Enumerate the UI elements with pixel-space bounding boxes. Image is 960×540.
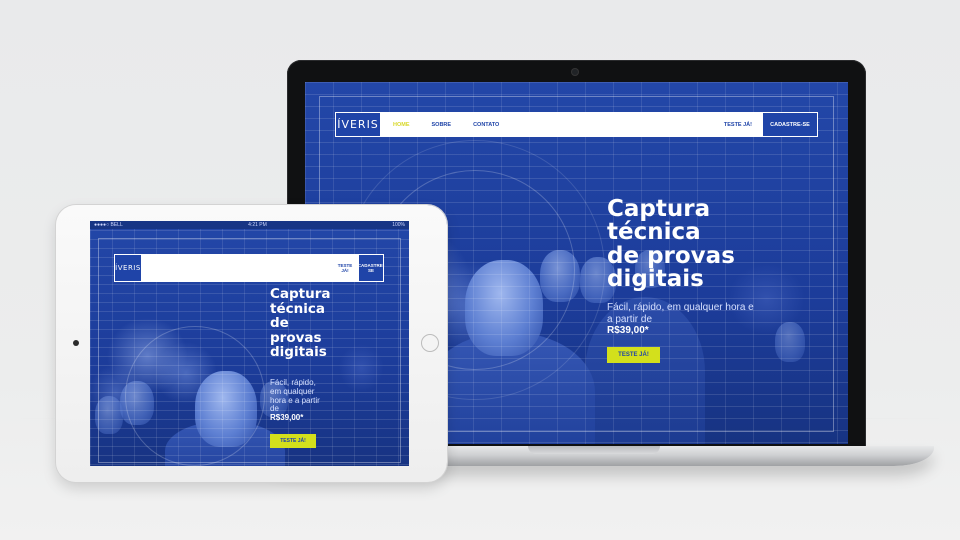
hero-title-line: provas bbox=[270, 329, 322, 346]
website-tablet: ●●●●○ BELL 4:21 PM 100% ÍVERIS TESTE JÁ!… bbox=[90, 221, 409, 466]
hero-title-line: técnica bbox=[607, 219, 701, 246]
status-carrier: ●●●●○ BELL bbox=[94, 222, 123, 228]
hero-price: R$39,00* bbox=[270, 413, 304, 423]
hero-title-line: digitais bbox=[607, 266, 704, 293]
nav-contact[interactable]: CONTATO bbox=[473, 122, 499, 128]
nav-home[interactable]: HOME bbox=[393, 122, 410, 128]
nav-signup-button[interactable]: CADASTRE-SE bbox=[358, 254, 384, 282]
mockup-scene: { "site": { "logo": "ÍVERIS", "nav": { "… bbox=[0, 0, 960, 540]
laptop-notch bbox=[528, 446, 660, 454]
nav-try-button[interactable]: TESTE JÁ! bbox=[336, 263, 354, 273]
status-bar: ●●●●○ BELL 4:21 PM 100% bbox=[90, 221, 409, 229]
hero-title-line: de bbox=[270, 315, 289, 332]
hero-title-line: digitais bbox=[270, 344, 327, 361]
hero-price: R$39,00* bbox=[607, 325, 649, 336]
nav-about[interactable]: SOBRE bbox=[432, 122, 452, 128]
hero-title-line: Captura bbox=[270, 286, 331, 302]
hero-title-line: de provas bbox=[607, 242, 735, 269]
logo[interactable]: ÍVERIS bbox=[114, 254, 142, 282]
hero-cta-button[interactable]: TESTE JÁ! bbox=[607, 347, 660, 363]
home-button[interactable] bbox=[421, 334, 439, 352]
hero-title: Captura técnica de provas digitais bbox=[270, 287, 331, 360]
hero-cta-button[interactable]: TESTE JÁ! bbox=[270, 434, 316, 448]
hero-subtitle-text: Fácil, rápido, em qualquer hora e a part… bbox=[607, 302, 754, 325]
hero-title: Captura técnica de provas digitais bbox=[607, 196, 735, 293]
logo[interactable]: ÍVERIS bbox=[335, 112, 381, 137]
nav-signup-button[interactable]: CADASTRE-SE bbox=[762, 112, 818, 137]
camera-icon bbox=[571, 68, 579, 76]
tablet-device: ●●●●○ BELL 4:21 PM 100% ÍVERIS TESTE JÁ!… bbox=[56, 205, 447, 482]
nav-try-button[interactable]: TESTE JÁ! bbox=[724, 122, 752, 128]
status-battery: 100% bbox=[392, 222, 405, 228]
camera-icon bbox=[73, 340, 79, 346]
hero-subtitle-text: Fácil, rápido, em qualquer hora e a part… bbox=[270, 378, 320, 414]
tablet-screen: ●●●●○ BELL 4:21 PM 100% ÍVERIS TESTE JÁ!… bbox=[90, 221, 409, 466]
hero-subtitle: Fácil, rápido, em qualquer hora e a part… bbox=[607, 302, 757, 337]
hero-title-line: Captura bbox=[607, 196, 711, 222]
hero-subtitle: Fácil, rápido, em qualquer hora e a part… bbox=[270, 378, 328, 423]
status-time: 4:21 PM bbox=[248, 222, 267, 228]
hero-title-line: técnica bbox=[270, 300, 325, 317]
navbar: ÍVERIS HOME SOBRE CONTATO TESTE JÁ! CADA… bbox=[335, 112, 818, 137]
navbar: ÍVERIS TESTE JÁ! CADASTRE-SE bbox=[114, 254, 384, 282]
